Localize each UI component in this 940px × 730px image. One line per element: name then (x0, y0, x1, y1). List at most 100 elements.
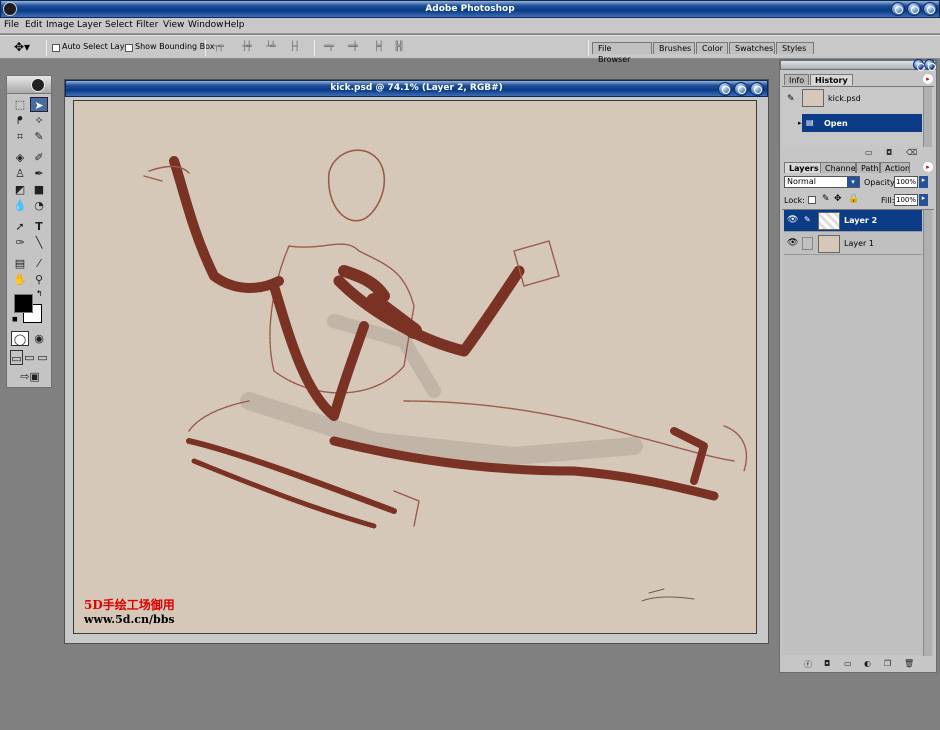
zoom-tool-icon[interactable]: ⚲ (30, 272, 48, 287)
align-left-icon[interactable]: ├┤ (290, 42, 300, 52)
history-state-open[interactable]: ▸ ▤ Open (798, 114, 922, 132)
dodge-tool-icon[interactable]: ◔ (30, 198, 48, 213)
history-scrollbar[interactable] (923, 87, 932, 147)
menu-edit[interactable]: Edit (25, 20, 42, 30)
lock-position-icon[interactable]: ✥ (834, 194, 842, 204)
marquee-tool-icon[interactable]: ⬚ (11, 97, 29, 112)
menu-file[interactable]: File (4, 20, 19, 30)
line-tool-icon[interactable]: ╲ (30, 235, 48, 250)
doc-close-button[interactable] (750, 82, 764, 96)
layers-menu-arrow-icon[interactable]: ▸ (923, 162, 933, 172)
panel-menu-arrow-icon[interactable]: ▸ (923, 74, 933, 84)
tab-paths[interactable]: Paths (856, 162, 880, 173)
tab-layers[interactable]: Layers (784, 162, 824, 173)
layer-row-layer-1[interactable]: 👁 Layer 1 (784, 233, 922, 255)
delete-layer-icon[interactable]: 🗑 (904, 659, 914, 668)
pen-tool-icon[interactable]: ✑ (11, 235, 29, 250)
fill-slider-button[interactable]: ▸ (919, 194, 928, 206)
menu-image[interactable]: Image (46, 20, 74, 30)
move-tool-preset-icon[interactable]: ✥▾ (14, 40, 30, 54)
document-canvas[interactable]: 5D手绘工场御用 www.5d.cn/bbs (73, 100, 757, 634)
history-brush-icon[interactable]: ✒ (30, 166, 48, 181)
blend-mode-select[interactable]: Normal ▾ (784, 176, 860, 188)
foreground-color-swatch[interactable] (14, 294, 33, 313)
menu-layer[interactable]: Layer (77, 20, 102, 30)
tab-info[interactable]: Info (784, 74, 810, 85)
maximize-button[interactable] (907, 2, 921, 16)
tab-brushes[interactable]: Brushes (653, 42, 695, 54)
layer-mask-icon[interactable]: ◘ (824, 659, 830, 668)
screen-mode-full-icon[interactable]: ▭ (36, 350, 49, 365)
auto-select-checkbox[interactable] (52, 44, 60, 52)
quick-mask-icon[interactable]: ◉ (30, 331, 48, 346)
opacity-field[interactable]: 100% (894, 176, 918, 188)
doc-minimize-button[interactable] (718, 82, 732, 96)
layer-set-icon[interactable]: ▭ (844, 659, 852, 668)
tab-history[interactable]: History (810, 74, 853, 85)
adjustment-layer-icon[interactable]: ◐ (864, 659, 871, 668)
fill-field[interactable]: 100% (894, 194, 918, 206)
distribute-middle-icon[interactable]: ═╪ (348, 42, 358, 52)
panel-close-button[interactable] (924, 59, 936, 71)
menu-filter[interactable]: Filter (136, 20, 158, 30)
standard-mode-icon[interactable]: ◯ (11, 331, 29, 346)
close-button[interactable] (923, 2, 937, 16)
lock-all-icon[interactable]: 🔒 (848, 194, 859, 204)
slice-tool-icon[interactable]: ✎ (30, 129, 48, 144)
opacity-slider-button[interactable]: ▸ (919, 176, 928, 188)
healing-brush-icon[interactable]: ◈ (11, 150, 29, 165)
distribute-left-icon[interactable]: ╞╡ (374, 42, 384, 52)
history-snapshot[interactable]: ✎ kick.psd (784, 89, 924, 107)
layer-style-icon[interactable]: ⓕ (804, 659, 812, 670)
path-select-icon[interactable]: ➚ (11, 219, 29, 234)
tab-actions[interactable]: Actions (880, 162, 910, 173)
eraser-tool-icon[interactable]: ◩ (11, 182, 29, 197)
tab-swatches[interactable]: Swatches (729, 42, 775, 54)
layer-row-layer-2[interactable]: 👁 ✎ Layer 2 (784, 210, 922, 232)
menu-select[interactable]: Select (105, 20, 133, 30)
blur-tool-icon[interactable]: 💧 (11, 198, 29, 213)
visibility-eye-icon[interactable]: 👁 (787, 238, 798, 248)
layer-link-box[interactable] (802, 237, 813, 250)
minimize-button[interactable] (891, 2, 905, 16)
delete-state-icon[interactable]: ⌫ (906, 148, 917, 157)
hand-tool-icon[interactable]: ✋ (11, 272, 29, 287)
align-top-icon[interactable]: ┬╤ (214, 42, 224, 52)
align-bottom-icon[interactable]: ┴╧ (266, 42, 276, 52)
tab-styles[interactable]: Styles (776, 42, 814, 54)
new-document-from-state-icon[interactable]: ▭ (865, 148, 873, 157)
tab-color[interactable]: Color (696, 42, 728, 54)
doc-maximize-button[interactable] (734, 82, 748, 96)
menu-window[interactable]: Window (188, 20, 224, 30)
menu-help[interactable]: Help (224, 20, 245, 30)
visibility-eye-icon[interactable]: 👁 (787, 215, 798, 225)
bounding-box-checkbox[interactable] (125, 44, 133, 52)
lasso-tool-icon[interactable]: ᖰ (11, 113, 29, 128)
tab-file-browser[interactable]: File Browser (592, 42, 652, 64)
crop-tool-icon[interactable]: ⌗ (11, 129, 29, 144)
brush-tool-icon[interactable]: ✐ (30, 150, 48, 165)
panel-minimize-button[interactable] (913, 59, 925, 71)
move-tool-icon[interactable]: ➤ (30, 97, 48, 112)
adobe-eye-icon[interactable] (31, 78, 45, 92)
distribute-top-icon[interactable]: ═╤ (324, 42, 334, 52)
swap-colors-icon[interactable]: ↰ (36, 289, 43, 298)
gradient-tool-icon[interactable]: ■ (30, 182, 48, 197)
jump-to-imageready-icon[interactable]: ⇨▣ (17, 369, 43, 384)
screen-mode-standard-icon[interactable]: ▭ (10, 350, 23, 365)
layers-scrollbar[interactable] (923, 210, 932, 656)
menu-view[interactable]: View (163, 20, 184, 30)
screen-mode-full-menu-icon[interactable]: ▭ (23, 350, 36, 365)
distribute-right-icon[interactable]: ╠╣ (394, 42, 404, 52)
align-middle-icon[interactable]: ┼╪ (242, 42, 252, 52)
tab-channels[interactable]: Channels (820, 162, 856, 173)
new-layer-icon[interactable]: ❐ (884, 659, 891, 668)
notes-tool-icon[interactable]: ▤ (11, 256, 29, 271)
magic-wand-icon[interactable]: ✧ (30, 113, 48, 128)
clone-stamp-icon[interactable]: ♙ (11, 166, 29, 181)
type-tool-icon[interactable]: T (30, 219, 48, 234)
lock-image-icon[interactable]: ✎ (822, 194, 830, 204)
new-snapshot-icon[interactable]: ◘ (886, 148, 892, 157)
lock-transparency-checkbox[interactable] (808, 196, 816, 204)
eyedropper-icon[interactable]: ⁄ (30, 256, 48, 271)
